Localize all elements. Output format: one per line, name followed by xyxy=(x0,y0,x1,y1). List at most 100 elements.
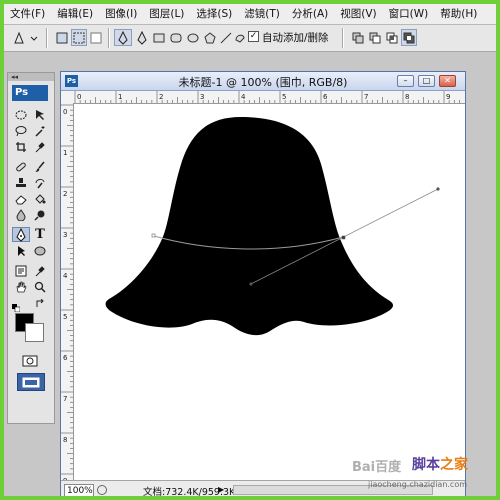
move-tool[interactable] xyxy=(31,107,49,122)
ruler-label: 6 xyxy=(323,93,328,101)
subtract-from-path-button[interactable] xyxy=(367,29,383,46)
type-tool[interactable]: T xyxy=(31,227,49,242)
lasso-tool[interactable] xyxy=(12,123,30,138)
paths-button[interactable] xyxy=(71,29,87,46)
crop-tool[interactable] xyxy=(12,139,30,154)
separator xyxy=(46,28,48,48)
menu-filter[interactable]: 滤镜(T) xyxy=(238,4,286,24)
dodge-tool[interactable] xyxy=(31,207,49,222)
exclude-overlap-button[interactable] xyxy=(401,29,417,46)
menu-analysis[interactable]: 分析(A) xyxy=(286,4,334,24)
custom-shape-button[interactable] xyxy=(233,29,247,46)
blur-tool[interactable] xyxy=(12,207,30,222)
add-to-path-button[interactable] xyxy=(350,29,366,46)
rectangle-shape-button[interactable] xyxy=(151,29,167,46)
stamp-icon xyxy=(16,177,26,187)
tools-panel: ◂◂ Ps T xyxy=(7,72,55,424)
path-selection-tool[interactable] xyxy=(12,243,30,258)
menu-select[interactable]: 选择(S) xyxy=(190,4,238,24)
auto-add-delete-checkbox[interactable]: ✓ xyxy=(248,31,259,42)
ruler-label: 7 xyxy=(364,93,368,101)
horizontal-ruler[interactable]: 0 1 2 3 4 5 6 7 8 9 xyxy=(73,91,465,104)
shape-layers-button[interactable] xyxy=(54,29,70,46)
ruler-label: 8 xyxy=(63,436,67,444)
eraser-tool[interactable] xyxy=(12,191,30,206)
crop-icon xyxy=(16,141,26,152)
canvas-artwork xyxy=(105,117,440,336)
menu-edit[interactable]: 编辑(E) xyxy=(51,4,99,24)
status-info-icon[interactable] xyxy=(97,485,107,495)
fill-pixels-button[interactable] xyxy=(88,29,104,46)
hand-icon xyxy=(16,281,27,292)
ellipse-icon xyxy=(34,246,46,255)
paint-bucket-tool[interactable] xyxy=(31,191,49,206)
ruler-label: 5 xyxy=(63,313,67,321)
eyedropper-tool-2[interactable] xyxy=(31,263,49,278)
background-color-swatch[interactable] xyxy=(25,323,44,342)
ruler-label: 1 xyxy=(118,93,122,101)
line-shape-button[interactable] xyxy=(219,29,233,46)
healing-brush-tool[interactable] xyxy=(12,159,30,174)
freeform-pen-button[interactable] xyxy=(134,29,150,46)
minimize-button[interactable]: – xyxy=(397,75,414,87)
screen-mode-button[interactable] xyxy=(17,373,45,391)
status-menu-arrow-icon[interactable]: ▶ xyxy=(218,485,224,494)
eyedropper-tool[interactable] xyxy=(31,139,49,154)
ruler-label: 0 xyxy=(63,108,67,116)
screen-mode-icon xyxy=(22,377,40,388)
separator xyxy=(342,28,344,48)
history-brush-tool[interactable] xyxy=(31,175,49,190)
ruler-label: 3 xyxy=(200,93,204,101)
menu-window[interactable]: 窗口(W) xyxy=(383,4,435,24)
move-icon xyxy=(36,109,44,120)
path-selection-icon xyxy=(18,245,25,256)
pen-tool[interactable] xyxy=(12,227,30,242)
ps-logo: Ps xyxy=(12,85,48,101)
menu-help[interactable]: 帮助(H) xyxy=(434,4,483,24)
menu-view[interactable]: 视图(V) xyxy=(334,4,382,24)
auto-add-delete-label: 自动添加/删除 xyxy=(262,32,329,44)
menu-file[interactable]: 文件(F) xyxy=(4,4,51,24)
pen-tool-button[interactable] xyxy=(114,29,132,46)
default-colors-icon[interactable] xyxy=(12,302,21,313)
notes-tool[interactable] xyxy=(12,263,30,278)
watermark-brand-part1: 脚本 xyxy=(412,457,440,473)
ruler-label: 2 xyxy=(159,93,163,101)
ellipse-shape-button[interactable] xyxy=(185,29,201,46)
menu-image[interactable]: 图像(I) xyxy=(99,4,143,24)
ellipse-tool[interactable] xyxy=(31,243,49,258)
tool-preset-picker[interactable] xyxy=(10,29,40,46)
quick-mask-button[interactable] xyxy=(20,354,40,367)
magic-wand-tool[interactable] xyxy=(31,123,49,138)
polygon-icon xyxy=(204,31,216,43)
custom-shape-icon xyxy=(235,34,245,43)
rounded-rectangle-button[interactable] xyxy=(168,29,184,46)
eyedropper-icon xyxy=(35,265,45,276)
hand-tool[interactable] xyxy=(12,279,30,294)
ruler-label: 0 xyxy=(77,93,81,101)
document-window: Ps 未标题-1 @ 100% (围巾, RGB/8) – □ ✕ 0 1 2 3 4 5… xyxy=(60,71,466,496)
brush-tool[interactable] xyxy=(31,159,49,174)
ruler-label: 4 xyxy=(241,93,246,101)
zoom-tool[interactable] xyxy=(31,279,49,294)
clone-stamp-tool[interactable] xyxy=(12,175,30,190)
dodge-icon xyxy=(34,210,45,221)
polygon-shape-button[interactable] xyxy=(202,29,218,46)
document-canvas[interactable] xyxy=(74,104,465,480)
swap-colors-icon[interactable] xyxy=(35,298,47,308)
magnifier-icon xyxy=(34,281,46,293)
tools-panel-grip[interactable]: ◂◂ xyxy=(8,73,54,81)
vertical-ruler[interactable]: 0123456789 xyxy=(61,103,74,485)
menu-layer[interactable]: 图层(L) xyxy=(143,4,190,24)
document-titlebar[interactable]: Ps 未标题-1 @ 100% (围巾, RGB/8) – □ ✕ xyxy=(61,72,465,91)
zoom-level-field[interactable]: 100% xyxy=(64,484,94,496)
combine-intersect-icon xyxy=(386,32,398,43)
workspace: ◂◂ Ps T Ps 未标题-1 @ 100% (围巾, RGB/8) – □ … xyxy=(4,52,496,496)
fill-pixels-icon xyxy=(90,32,102,43)
intersect-path-button[interactable] xyxy=(384,29,400,46)
rounded-rectangle-icon xyxy=(170,33,182,42)
maximize-button[interactable]: □ xyxy=(418,75,435,87)
close-button[interactable]: ✕ xyxy=(439,75,456,87)
marquee-tool[interactable] xyxy=(12,107,30,122)
combine-exclude-icon xyxy=(403,32,415,43)
